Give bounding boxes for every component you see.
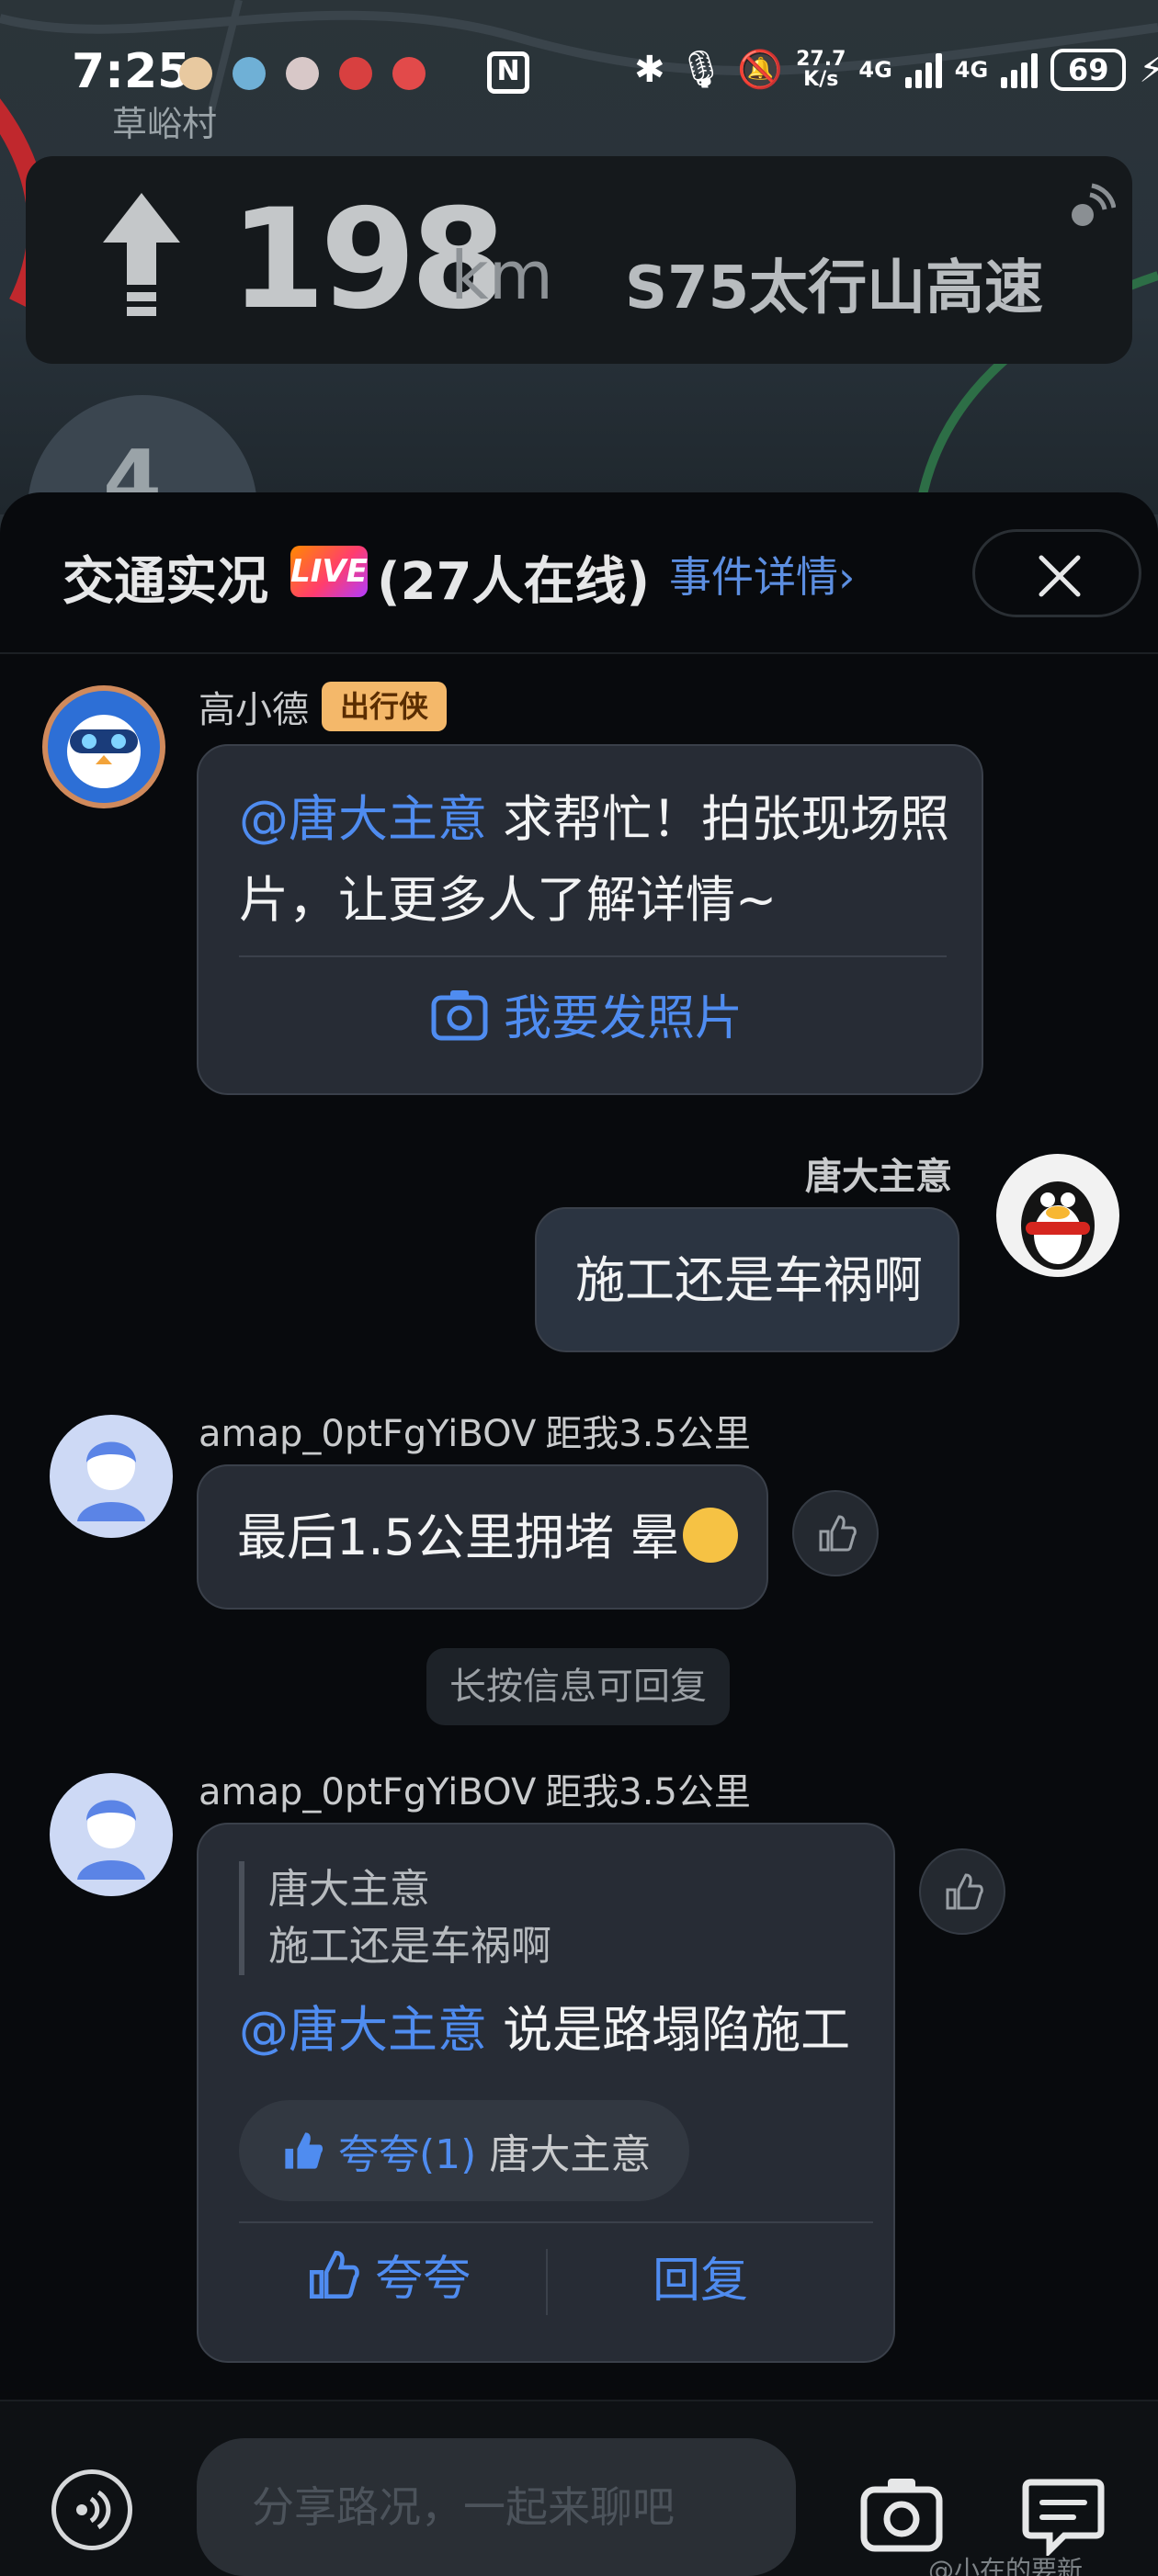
app-notification-icon — [339, 57, 372, 90]
mention-link[interactable]: @唐大主意 — [239, 2001, 487, 2059]
microphone-icon: 🎙 — [677, 49, 725, 91]
nfc-icon: N — [487, 51, 529, 94]
message-text: @唐大主意 求帮忙！拍张现场照片，让更多人了解详情~ — [239, 790, 950, 929]
mascot-avatar-icon — [67, 715, 141, 788]
quoted-user: 唐大主意 — [268, 1866, 430, 1913]
avatar[interactable] — [996, 1154, 1119, 1277]
quoted-text: 施工还是车祸啊 — [268, 1923, 551, 1970]
divider — [239, 2221, 873, 2223]
network-type-2: 4G — [954, 56, 989, 83]
mention-link[interactable]: @唐大主意 — [239, 790, 487, 848]
message-bubble[interactable]: @唐大主意 求帮忙！拍张现场照片，让更多人了解详情~ 我要发照片 — [197, 744, 983, 1095]
message-bubble[interactable]: 施工还是车祸啊 — [535, 1207, 959, 1352]
battery-indicator: 69 — [1050, 48, 1127, 91]
voice-broadcast-icon[interactable] — [1064, 182, 1116, 233]
nav-distance-unit: km — [450, 237, 553, 314]
message-bubble[interactable]: 唐大主意 施工还是车祸啊 @唐大主意 说是路塌陷施工 夸夸(1) 唐大主意 夸夸… — [197, 1823, 895, 2363]
system-icons: ✱ 🎙 🔕 27.7 K/s 4G 4G 69 ⚡ — [634, 48, 1158, 91]
divider — [546, 2249, 548, 2315]
divider — [239, 955, 947, 957]
user-distance: 距我3.5公里 — [545, 1413, 751, 1455]
avatar[interactable] — [42, 685, 165, 808]
praise-count: 夸夸(1) — [338, 2131, 477, 2178]
network-speed: 27.7 K/s — [796, 47, 846, 91]
status-time: 7:25 — [72, 44, 191, 99]
message-text: 最后1.5公里拥堵 晕 — [237, 1497, 739, 1578]
default-user-avatar-icon — [77, 1800, 145, 1880]
app-notification-icon — [392, 57, 426, 90]
message-username: 唐大主意 — [805, 1156, 952, 1198]
message-username: amap_0ptFgYiBOV 距我3.5公里 — [199, 1771, 751, 1813]
status-bar: 7:25 N ✱ 🎙 🔕 27.7 K/s 4G 4G 69 ⚡ — [0, 37, 1158, 110]
straight-arrow-icon — [103, 193, 180, 316]
praise-by: 唐大主意 — [489, 2131, 652, 2178]
long-press-tip: 长按信息可回复 — [426, 1648, 730, 1725]
like-button[interactable] — [792, 1490, 879, 1576]
close-button[interactable] — [972, 529, 1141, 617]
quoted-message: 唐大主意 施工还是车祸啊 — [239, 1861, 551, 1975]
message-list-icon[interactable] — [1022, 2477, 1105, 2556]
app-notification-icon — [179, 57, 212, 90]
default-user-avatar-icon — [77, 1441, 145, 1521]
app-notification-icon — [233, 57, 266, 90]
like-button[interactable] — [919, 1848, 1005, 1935]
praise-button[interactable]: 夸夸 — [307, 2240, 471, 2309]
notification-icons — [179, 57, 426, 90]
dizzy-emoji-icon — [683, 1508, 739, 1564]
navigation-card[interactable]: 198 km S75太行山高速 — [26, 156, 1132, 364]
message-bubble[interactable]: 最后1.5公里拥堵 晕 — [197, 1464, 768, 1610]
charging-icon: ⚡ — [1139, 48, 1158, 91]
signal-icon — [904, 51, 942, 88]
thumbs-up-icon — [819, 1515, 857, 1552]
thumbs-up-icon — [946, 1873, 983, 1910]
signal-icon — [1001, 51, 1039, 88]
message-text: 施工还是车祸啊 — [575, 1251, 923, 1309]
camera-button-icon[interactable] — [860, 2475, 943, 2552]
message-username: 高小德 — [199, 689, 309, 731]
avatar[interactable] — [50, 1415, 173, 1538]
camera-icon — [431, 989, 488, 1040]
user-distance: 距我3.5公里 — [545, 1771, 751, 1813]
online-count: (27人在线) — [377, 552, 651, 612]
sheet-header: 交通实况 LIVE (27人在线) 事件详情› — [0, 492, 1158, 654]
user-badge: 出行侠 — [322, 682, 447, 731]
watermark: @小在的要新 — [928, 2555, 1084, 2576]
voice-input-button[interactable] — [51, 2469, 132, 2550]
praise-summary[interactable]: 夸夸(1) 唐大主意 — [239, 2100, 690, 2201]
send-photo-button[interactable]: 我要发照片 — [430, 979, 743, 1048]
network-type-1: 4G — [858, 56, 892, 83]
message-username: amap_0ptFgYiBOV 距我3.5公里 — [199, 1413, 751, 1455]
mute-bell-icon: 🔕 — [737, 49, 784, 91]
reply-button[interactable]: 回复 — [653, 2242, 748, 2310]
app-notification-icon — [286, 57, 319, 90]
penguin-avatar-icon — [1021, 1181, 1095, 1270]
close-icon — [1039, 555, 1081, 597]
sheet-title: 交通实况 — [62, 552, 268, 612]
message-text: @唐大主意 说是路塌陷施工 — [239, 2001, 851, 2059]
event-details-link[interactable]: 事件详情› — [669, 544, 855, 604]
bluetooth-icon: ✱ — [634, 48, 665, 91]
thumbs-up-filled-icon — [285, 2132, 324, 2169]
live-badge: LIVE — [290, 546, 368, 597]
voice-wave-icon — [76, 2490, 111, 2530]
message-input[interactable]: 分享路况，一起来聊吧 — [197, 2438, 796, 2576]
nav-road-name: S75太行山高速 — [625, 254, 1044, 322]
avatar[interactable] — [50, 1773, 173, 1896]
thumbs-up-icon — [309, 2250, 359, 2299]
